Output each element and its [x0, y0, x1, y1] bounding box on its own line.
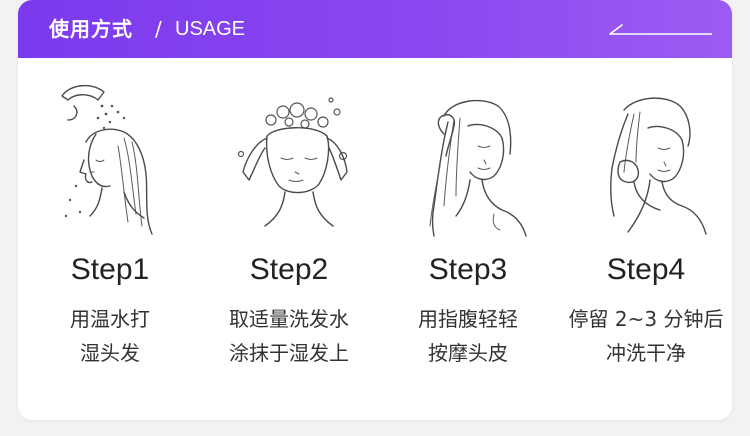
shower-head-rinse-illustration [61, 85, 153, 235]
step-label: Step3 [428, 253, 508, 286]
step-description: 用温水打 湿头发 [20, 302, 200, 370]
usage-header: 使用方式 / USAGE [18, 0, 732, 58]
step-label: Step1 [70, 253, 150, 286]
rinse-hair-illustration [609, 97, 707, 235]
step-description-line-1: 取适量洗发水 [229, 307, 349, 331]
header-title-cn: 使用方式 [49, 17, 133, 41]
header-title-en: USAGE [175, 18, 246, 40]
scalp-massage-illustration [429, 99, 527, 237]
step-label: Step2 [249, 253, 329, 286]
step-description-line-2: 湿头发 [80, 341, 140, 365]
step-description: 取适量洗发水 涂抹于湿发上 [199, 302, 379, 370]
step-description-line-1: 用指腹轻轻 [418, 307, 518, 331]
shampoo-lather-illustration [237, 97, 348, 227]
step-description: 用指腹轻轻 按摩头皮 [378, 302, 558, 370]
step-description-line-2: 冲洗干净 [606, 341, 686, 365]
step-description-line-1: 停留 2~3 分钟后 [568, 307, 724, 331]
step-2: Step2 取适量洗发水 涂抹于湿发上 [199, 76, 379, 396]
step-description-line-2: 涂抹于湿发上 [229, 341, 349, 365]
step-description-line-1: 用温水打 [70, 307, 150, 331]
step-description: 停留 2~3 分钟后 冲洗干净 [556, 302, 732, 370]
usage-card: 使用方式 / USAGE Step1 用温水打 湿头发 Step2 取适量洗发水… [18, 0, 732, 420]
step-3: Step3 用指腹轻轻 按摩头皮 [378, 76, 558, 396]
step-1: Step1 用温水打 湿头发 [20, 76, 200, 396]
header-separator: / [155, 17, 162, 41]
arrow-line-icon [609, 24, 712, 35]
step-label: Step4 [606, 253, 686, 286]
step-description-line-2: 按摩头皮 [428, 341, 508, 365]
step-4: Step4 停留 2~3 分钟后 冲洗干净 [556, 76, 732, 396]
